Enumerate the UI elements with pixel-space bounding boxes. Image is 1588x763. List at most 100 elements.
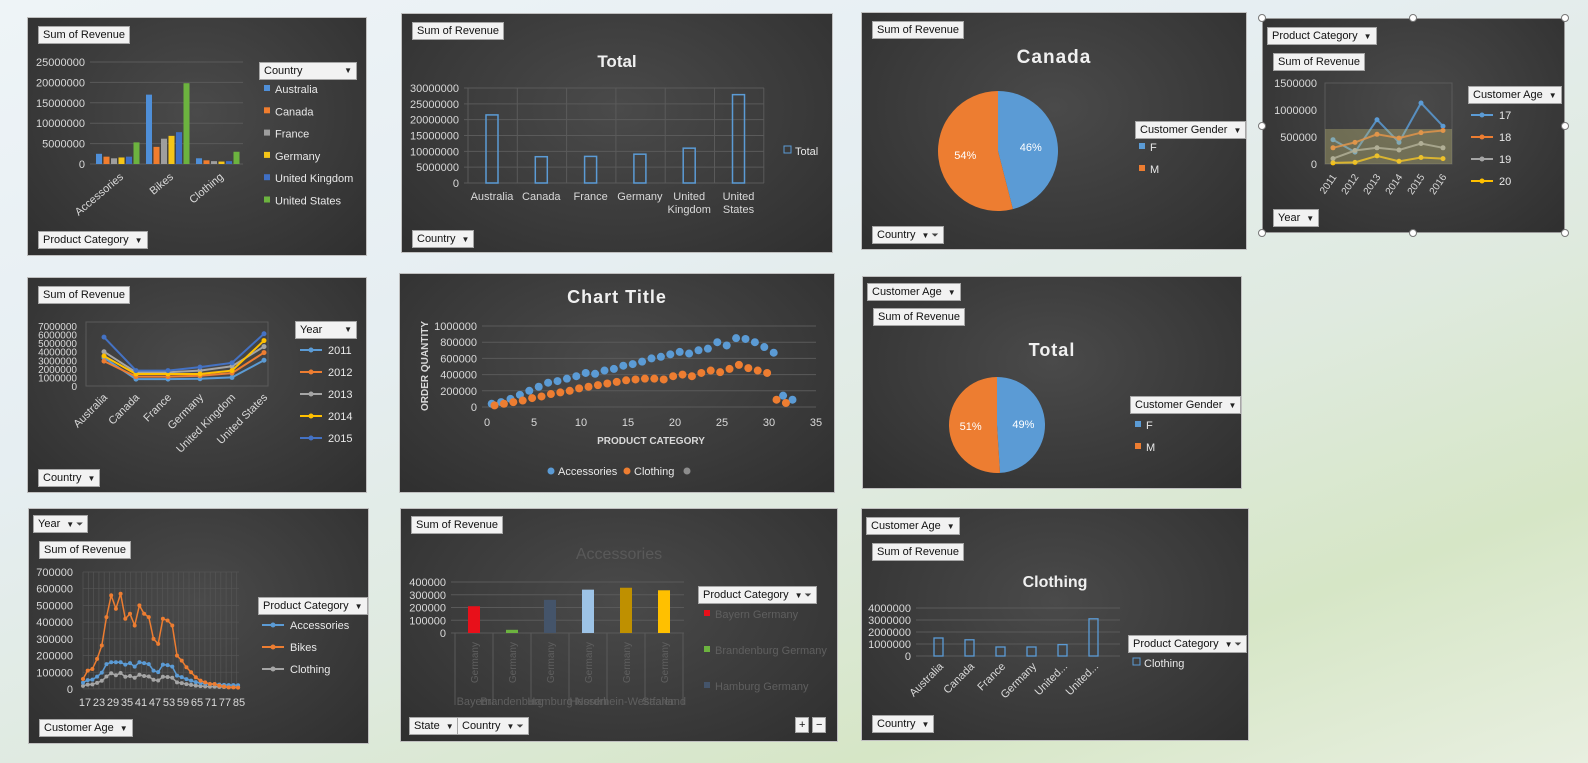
data-point [236,685,241,690]
x-tick-label: United [723,191,755,203]
bar [468,606,480,633]
data-point [109,671,114,676]
x-tick-label: 59 [177,697,189,709]
legend-swatch [1135,421,1141,427]
data-point [99,678,104,683]
legend-label: Australia [275,84,319,96]
data-point [189,682,194,687]
data-point [534,382,543,391]
data-point [179,681,184,686]
y-tick-label: 400000 [440,370,477,382]
data-point [638,357,647,366]
legend-marker [547,467,555,475]
bar-chart-plot: 40000003000000200000010000000AustraliaCa… [868,603,1184,701]
x-tick-label: 53 [163,697,175,709]
chart-accessories-by-state[interactable]: Sum of Revenue Accessories Product Categ… [400,508,838,742]
y-tick-label: 600000 [36,584,73,596]
data-point [744,364,753,373]
x-tick-label-inner: Germany [470,642,481,683]
series-line [82,592,239,689]
y-tick-label: 0 [67,684,73,696]
bar [1026,646,1037,657]
bar [168,135,175,164]
data-point [640,374,649,383]
x-axis-title: PRODUCT CATEGORY [597,436,705,447]
x-tick-label-outer: Hamburg [527,696,572,708]
line-chart-plot: 700000 600000 500000 400000 300000 200000 1000… [36,567,350,709]
y-tick-label: 0 [440,628,446,640]
data-point [499,399,508,408]
data-point [113,660,118,665]
y-tick-label: 500000 [1280,132,1317,144]
bar [544,599,556,633]
data-label: 46% [1020,142,1042,154]
resize-handle-nw[interactable] [1258,14,1266,22]
bar [233,151,240,164]
legend-swatch [1135,443,1141,449]
bar [196,158,202,164]
data-point [678,370,687,379]
chart-clothing-by-country[interactable]: Customer Age ▼ Sum of Revenue Clothing Pr… [861,508,1249,741]
chart-revenue-by-country-year[interactable]: Sum of Revenue Year ▼ Country ▼ 7000000 600… [27,277,367,493]
chart-order-quantity-scatter[interactable]: Chart Title 1000000 800000 600000 400000 200… [399,273,835,493]
data-point [193,683,198,688]
data-point [659,375,668,384]
resize-handle-sw[interactable] [1258,229,1266,237]
bar [731,93,746,184]
line-chart-plot: 7000000600000050000004000000300000020000… [38,321,352,455]
data-point [170,623,175,628]
data-point [222,684,226,689]
resize-handle-e[interactable] [1561,122,1569,130]
resize-handle-ne[interactable] [1561,14,1569,22]
data-point [123,674,128,679]
data-point [142,611,147,616]
y-tick-label: 25000000 [36,57,85,69]
pie-chart-plot: 49% 51% FM [949,377,1155,473]
data-point [189,670,194,675]
data-point [622,376,631,385]
data-point [769,348,778,357]
chart-revenue-by-age-category[interactable]: Year ▼ ⏷ Sum of Revenue Product Category ▼ … [28,508,369,744]
legend-label: 2015 [328,433,352,445]
bar [226,161,232,164]
data-point [101,358,107,364]
legend-swatch [704,610,710,616]
chart-total-by-country[interactable]: Sum of Revenue Total Country ▼ 30000000 25… [401,13,833,253]
data-point [101,349,107,355]
bar [933,637,944,657]
legend-label: Clothing [634,466,674,478]
data-point [95,656,100,661]
x-tick-label-inner: Germany [660,642,671,683]
data-point [203,680,208,685]
data-point [741,334,750,343]
chart-age-by-year-selected[interactable]: Product Category ▼ Sum of Revenue Custome… [1262,18,1565,233]
bar-chart-plot: 25000000 20000000 15000000 10000000 5000000 0… [36,57,353,218]
legend-label: France [275,129,309,141]
chart-canada-gender-pie[interactable]: Sum of Revenue Canada Customer Gender ▼ C… [861,12,1247,250]
resize-handle-s[interactable] [1409,229,1417,237]
resize-handle-w[interactable] [1258,122,1266,130]
legend-label: Brandenburg Germany [715,645,827,657]
legend-marker [270,622,276,628]
bar [506,629,518,633]
data-point [184,682,189,687]
data-point [113,673,118,678]
resize-handle-se[interactable] [1561,229,1569,237]
data-point [95,674,100,679]
y-tick-label: 0 [79,159,85,171]
data-point [156,641,161,646]
data-point [170,664,175,669]
chart-total-gender-pie[interactable]: Customer Age ▼ Sum of Revenue Total Custo… [862,276,1242,489]
legend-label: 20 [1499,176,1511,188]
data-point [128,674,132,679]
data-point [90,677,95,682]
x-tick-label: 15 [622,417,634,429]
resize-handle-n[interactable] [1409,14,1417,22]
chart-revenue-by-category-country[interactable]: Sum of Revenue Country ▼ Product Category… [27,17,367,256]
x-tick-label: United... [1033,661,1070,698]
y-tick-label: 100000 [409,615,446,627]
data-point [165,675,170,680]
y-tick-label: 1000000 [1274,105,1317,117]
legend-swatch [704,646,710,652]
data-point [156,670,161,675]
